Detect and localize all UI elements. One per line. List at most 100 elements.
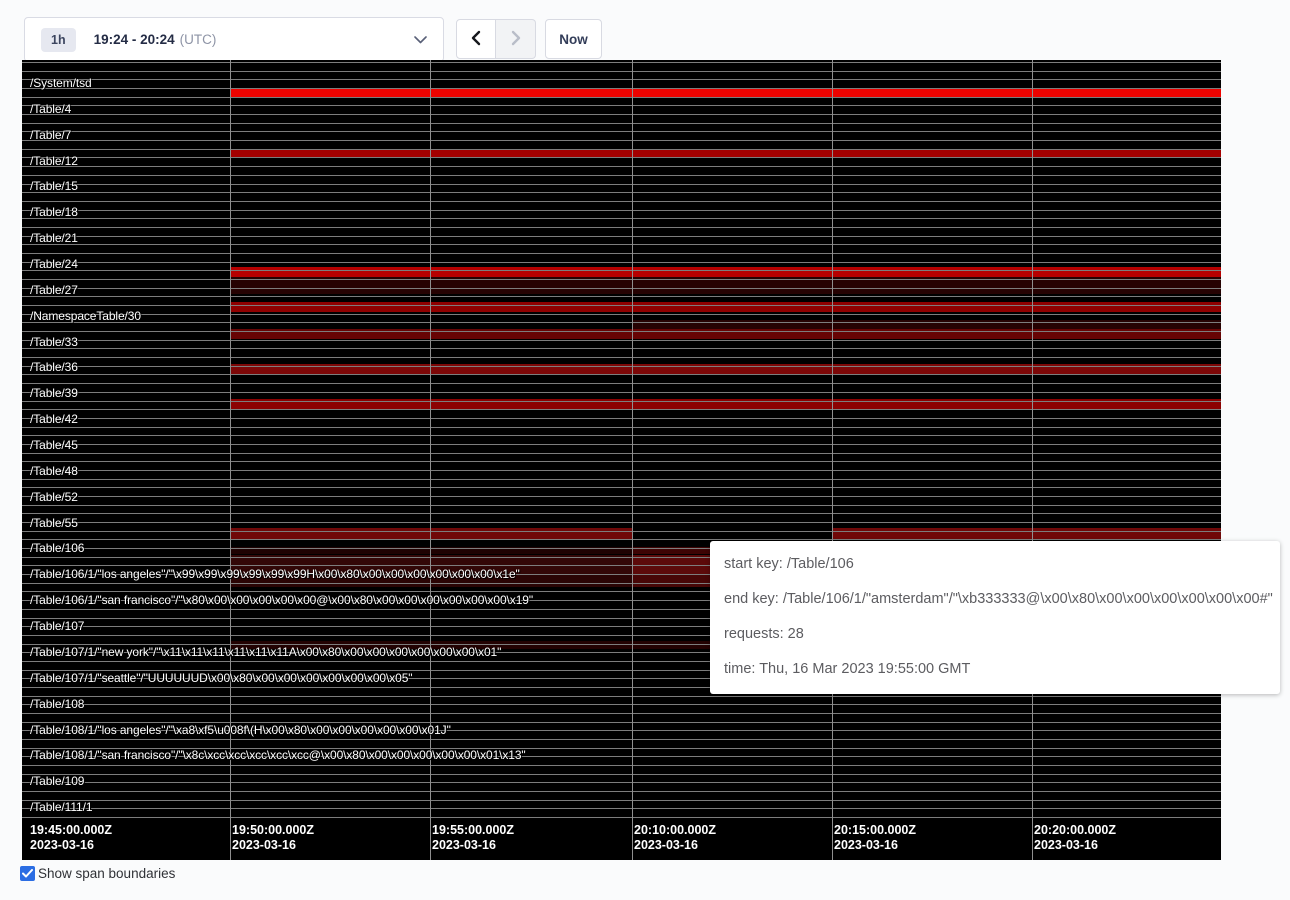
h-gridline [22, 522, 1221, 523]
tick-date: 2023-03-16 [1034, 838, 1116, 853]
x-axis-tick: 20:15:00.000Z2023-03-16 [834, 823, 916, 853]
range-duration-badge: 1h [41, 28, 76, 52]
tooltip-requests: requests: 28 [724, 624, 1266, 644]
h-gridline [22, 817, 1221, 818]
row-label: /Table/4 [30, 102, 71, 116]
h-gridline [22, 513, 1221, 514]
row-label: /Table/7 [30, 128, 71, 142]
range-text: 19:24 - 20:24 [94, 32, 175, 47]
h-gridline [22, 279, 1221, 280]
h-gridline [22, 210, 1221, 211]
row-label: /Table/111/1 [30, 800, 92, 814]
prev-time-button[interactable] [456, 19, 496, 59]
h-gridline [22, 149, 1221, 150]
time-nav-group [456, 19, 536, 59]
row-label: /Table/36 [30, 360, 78, 374]
h-gridline [22, 418, 1221, 419]
h-gridline [22, 123, 1221, 124]
row-label: /Table/39 [30, 386, 78, 400]
h-gridline [22, 800, 1221, 801]
h-gridline [22, 435, 1221, 436]
heat-band [230, 267, 1221, 277]
h-gridline [22, 383, 1221, 384]
h-gridline [22, 704, 1221, 705]
h-gridline [22, 79, 1221, 80]
row-label: /Table/107/1/"new york"/"\x11\x11\x11\x1… [30, 645, 501, 659]
tooltip-start-key: start key: /Table/106 [724, 554, 1266, 574]
tick-time: 19:55:00.000Z [432, 823, 514, 838]
show-span-boundaries-checkbox[interactable] [20, 866, 35, 881]
chevron-down-icon [414, 36, 427, 44]
h-gridline [22, 470, 1221, 471]
v-gridline [430, 60, 431, 860]
h-gridline [22, 105, 1221, 106]
h-gridline [22, 62, 1221, 63]
x-axis-tick: 19:55:00.000Z2023-03-16 [432, 823, 514, 853]
row-label: /Table/108 [30, 697, 84, 711]
h-gridline [22, 322, 1221, 323]
h-gridline [22, 392, 1221, 393]
h-gridline [22, 409, 1221, 410]
tick-date: 2023-03-16 [834, 838, 916, 853]
h-gridline [22, 227, 1221, 228]
row-label: /Table/27 [30, 283, 78, 297]
now-button[interactable]: Now [545, 19, 602, 59]
row-label: /System/tsd [30, 76, 92, 90]
h-gridline [22, 444, 1221, 445]
row-label: /Table/33 [30, 335, 78, 349]
row-label: /Table/107/1/"seattle"/"UUUUUUD\x00\x80\… [30, 671, 412, 685]
tick-date: 2023-03-16 [634, 838, 716, 853]
row-label: /Table/15 [30, 179, 78, 193]
heat-band [832, 528, 1221, 539]
h-gridline [22, 487, 1221, 488]
h-gridline [22, 236, 1221, 237]
h-gridline [22, 201, 1221, 202]
h-gridline [22, 314, 1221, 315]
v-gridline [230, 60, 231, 860]
row-label: /Table/106 [30, 541, 84, 555]
h-gridline [22, 340, 1221, 341]
tick-date: 2023-03-16 [30, 838, 112, 853]
h-gridline [22, 218, 1221, 219]
h-gridline [22, 71, 1221, 72]
row-label: /Table/107 [30, 619, 84, 633]
h-gridline [22, 713, 1221, 714]
row-label: /Table/108/1/"los angeles"/"\xa8\xf5\u00… [30, 723, 451, 737]
h-gridline [22, 357, 1221, 358]
heat-band [230, 302, 1221, 312]
h-gridline [22, 696, 1221, 697]
h-gridline [22, 140, 1221, 141]
row-label: /Table/106/1/"los angeles"/"\x99\x99\x99… [30, 567, 520, 581]
tooltip-end-key: end key: /Table/106/1/"amsterdam"/"\xb33… [724, 589, 1266, 609]
h-gridline [22, 288, 1221, 289]
key-visualizer-heatmap[interactable]: /System/tsd/Table/4/Table/7/Table/12/Tab… [22, 60, 1221, 860]
tick-date: 2023-03-16 [232, 838, 314, 853]
h-gridline [22, 270, 1221, 271]
row-label: /Table/109 [30, 774, 84, 788]
tooltip-time: time: Thu, 16 Mar 2023 19:55:00 GMT [724, 659, 1266, 679]
row-label: /Table/45 [30, 438, 78, 452]
time-range-selector[interactable]: 1h 19:24 - 20:24 (UTC) [24, 17, 444, 62]
h-gridline [22, 782, 1221, 783]
h-gridline [22, 366, 1221, 367]
row-label: /Table/108/1/"san francisco"/"\x8c\xcc\x… [30, 748, 526, 762]
v-gridline [832, 60, 833, 860]
h-gridline [22, 253, 1221, 254]
h-gridline [22, 114, 1221, 115]
h-gridline [22, 808, 1221, 809]
chevron-right-icon [510, 30, 522, 49]
h-gridline [22, 88, 1221, 89]
h-gridline [22, 774, 1221, 775]
show-span-boundaries-control[interactable]: Show span boundaries [20, 866, 175, 881]
h-gridline [22, 192, 1221, 193]
next-time-button[interactable] [496, 19, 536, 59]
range-timezone: (UTC) [180, 32, 217, 47]
tick-time: 20:10:00.000Z [634, 823, 716, 838]
x-axis-tick: 20:20:00.000Z2023-03-16 [1034, 823, 1116, 853]
h-gridline [22, 479, 1221, 480]
row-label: /Table/42 [30, 412, 78, 426]
row-label: /Table/24 [30, 257, 78, 271]
tick-date: 2023-03-16 [432, 838, 514, 853]
heat-band [230, 528, 632, 539]
h-gridline [22, 175, 1221, 176]
